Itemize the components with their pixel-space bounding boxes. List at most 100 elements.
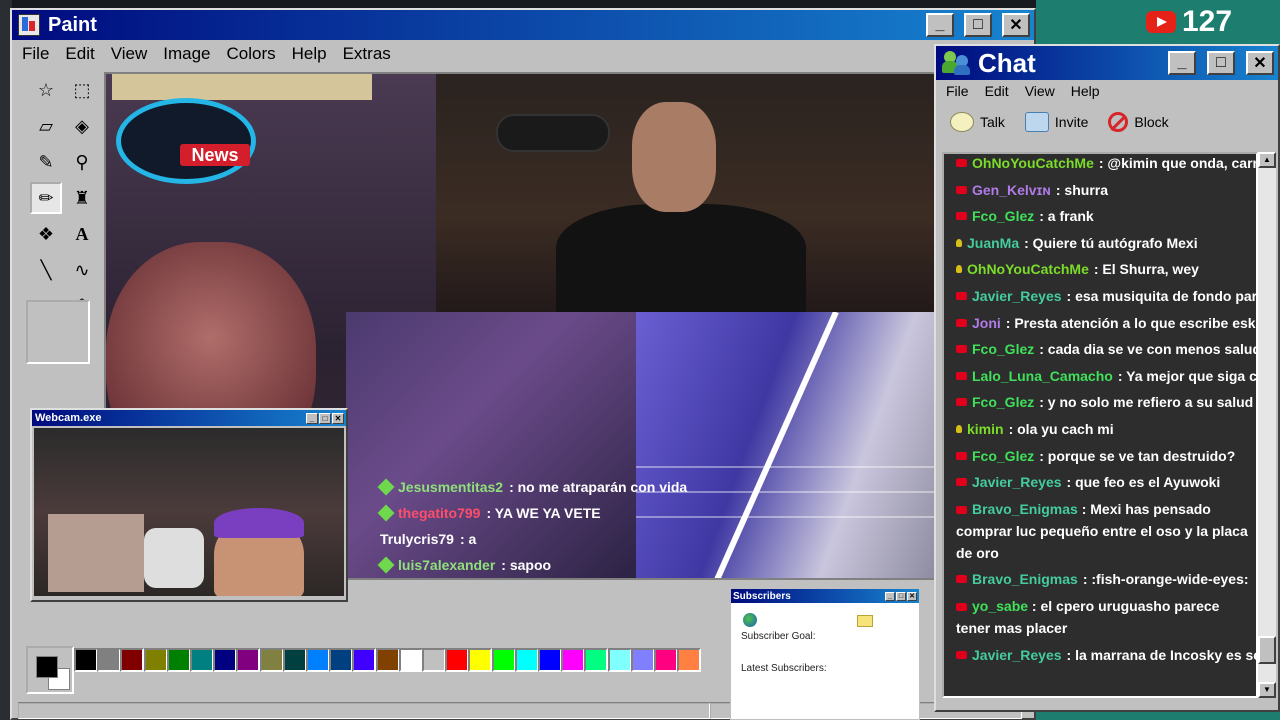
palette-swatch[interactable] — [468, 648, 493, 672]
palette-swatch[interactable] — [538, 648, 562, 672]
paint-menu-help[interactable]: Help — [292, 44, 327, 64]
chat-username[interactable]: Lalo_Luna_Camacho — [972, 365, 1113, 387]
palette-swatch[interactable] — [561, 648, 586, 672]
scroll-down-button[interactable]: ▼ — [1258, 682, 1276, 698]
palette-swatch[interactable] — [143, 648, 168, 672]
chat-maximize-button[interactable]: □ — [1207, 51, 1235, 75]
palette-swatch[interactable] — [259, 648, 284, 672]
paint-minimize-button[interactable]: _ — [926, 13, 954, 37]
chat-titlebar[interactable]: Chat _ □ ✕ — [936, 46, 1278, 80]
chat-username[interactable]: Fco_Glez — [972, 205, 1034, 227]
chat-username[interactable]: Javier_Reyes — [972, 285, 1062, 307]
pencil-tool-icon[interactable]: ✏ — [30, 182, 62, 214]
chat-menu-help[interactable]: Help — [1071, 83, 1100, 99]
chat-username[interactable]: Bravo_Enigmas — [972, 568, 1078, 590]
news-banner — [112, 74, 372, 100]
chat-username[interactable]: Fco_Glez — [972, 391, 1034, 413]
chat-username[interactable]: yo_sabe — [972, 598, 1028, 614]
palette-swatch[interactable] — [97, 648, 122, 672]
palette-swatch[interactable] — [398, 648, 423, 672]
scroll-up-button[interactable]: ▲ — [1258, 152, 1276, 168]
airbrush-tool-icon[interactable]: ❖ — [30, 218, 62, 250]
chat-username[interactable]: Gen_Kelvɪɴ — [972, 179, 1051, 201]
webcam-minimize-button[interactable]: _ — [306, 412, 318, 424]
paint-menu-extras[interactable]: Extras — [343, 44, 391, 64]
paint-close-button[interactable]: ✕ — [1002, 13, 1030, 37]
live-badge-icon — [956, 451, 967, 460]
block-icon — [1108, 112, 1129, 132]
rect-select-tool-icon[interactable]: ⬚ — [66, 74, 98, 106]
palette-swatch[interactable] — [329, 648, 354, 672]
palette-swatch[interactable] — [282, 648, 307, 672]
chat-close-button[interactable]: ✕ — [1246, 51, 1274, 75]
palette-swatch[interactable] — [213, 648, 238, 672]
palette-swatch[interactable] — [120, 648, 145, 672]
color-picker-tool-icon[interactable]: ✎ — [30, 146, 62, 178]
subscribers-minimize-button[interactable]: _ — [885, 591, 895, 601]
palette-swatch[interactable] — [190, 648, 214, 672]
subscribers-titlebar[interactable]: Subscribers _ □ ✕ — [731, 589, 919, 603]
block-button[interactable]: Block — [1108, 112, 1169, 132]
palette-swatch[interactable] — [236, 648, 261, 672]
text-tool-icon[interactable]: A — [66, 218, 98, 250]
chat-menu-view[interactable]: View — [1025, 83, 1055, 99]
chat-username[interactable]: JuanMa — [967, 232, 1019, 254]
chat-username[interactable]: Joni — [972, 312, 1001, 334]
webcam-titlebar[interactable]: Webcam.exe _ □ ✕ — [32, 410, 346, 426]
chat-menu-edit[interactable]: Edit — [985, 83, 1009, 99]
subscribers-maximize-button[interactable]: □ — [896, 591, 906, 601]
palette-swatch[interactable] — [677, 648, 702, 672]
palette-swatch[interactable] — [607, 648, 632, 672]
webcam-close-button[interactable]: ✕ — [332, 412, 344, 424]
chat-username[interactable]: Fco_Glez — [972, 445, 1034, 467]
paint-menu-image[interactable]: Image — [163, 44, 210, 64]
paint-menu-edit[interactable]: Edit — [65, 44, 94, 64]
palette-swatch[interactable] — [445, 648, 470, 672]
palette-swatch[interactable] — [74, 648, 98, 672]
chat-username[interactable]: OhNoYouCatchMe — [972, 154, 1094, 174]
fill-tool-icon[interactable]: ◈ — [66, 110, 98, 142]
palette-swatch[interactable] — [166, 648, 191, 672]
chat-username[interactable]: kimin — [967, 418, 1004, 440]
webcam-maximize-button[interactable]: □ — [319, 412, 331, 424]
chat-menu-file[interactable]: File — [946, 83, 969, 99]
palette-swatch[interactable] — [306, 648, 330, 672]
free-select-tool-icon[interactable]: ☆ — [30, 74, 62, 106]
palette-swatch[interactable] — [654, 648, 678, 672]
palette-swatch[interactable] — [584, 648, 609, 672]
chat-message-log[interactable]: OhNoYouCatchMe : @kimin que onda, carnal… — [942, 152, 1258, 698]
subscribers-close-button[interactable]: ✕ — [907, 591, 917, 601]
palette-swatch[interactable] — [375, 648, 400, 672]
brush-tool-icon[interactable]: ♜ — [66, 182, 98, 214]
chat-message: JuanMa : Quiere tú autógrafo Mexi — [944, 232, 1256, 254]
chat-username[interactable]: Javier_Reyes — [972, 471, 1062, 493]
talk-button[interactable]: Talk — [950, 112, 1005, 132]
current-colors[interactable] — [26, 646, 74, 694]
paint-menu-view[interactable]: View — [111, 44, 148, 64]
paint-menu-colors[interactable]: Colors — [227, 44, 276, 64]
tool-options-panel[interactable] — [26, 300, 90, 364]
palette-swatch[interactable] — [514, 648, 539, 672]
chat-scrollbar[interactable]: ▲ ▼ — [1258, 152, 1276, 698]
chair-image — [144, 528, 204, 588]
palette-swatch[interactable] — [422, 648, 446, 672]
chat-username[interactable]: Fco_Glez — [972, 338, 1034, 360]
invite-button[interactable]: Invite — [1024, 112, 1088, 132]
foreground-color-swatch[interactable] — [36, 656, 58, 678]
chat-username[interactable]: Javier_Reyes — [972, 644, 1062, 666]
status-text-panel — [18, 703, 710, 719]
paint-titlebar[interactable]: Paint _ □ ✕ — [12, 10, 1034, 40]
scroll-thumb[interactable] — [1258, 636, 1276, 664]
chat-username[interactable]: OhNoYouCatchMe — [967, 258, 1089, 280]
curve-tool-icon[interactable]: ∿ — [66, 254, 98, 286]
chat-username[interactable]: Bravo_Enigmas — [972, 501, 1078, 517]
eraser-tool-icon[interactable]: ▱ — [30, 110, 62, 142]
magnifier-tool-icon[interactable]: ⚲ — [66, 146, 98, 178]
paint-menu-file[interactable]: File — [22, 44, 49, 64]
paint-maximize-button[interactable]: □ — [964, 13, 992, 37]
palette-swatch[interactable] — [491, 648, 516, 672]
line-tool-icon[interactable]: ╲ — [30, 254, 62, 286]
chat-minimize-button[interactable]: _ — [1168, 51, 1196, 75]
palette-swatch[interactable] — [630, 648, 655, 672]
palette-swatch[interactable] — [352, 648, 377, 672]
